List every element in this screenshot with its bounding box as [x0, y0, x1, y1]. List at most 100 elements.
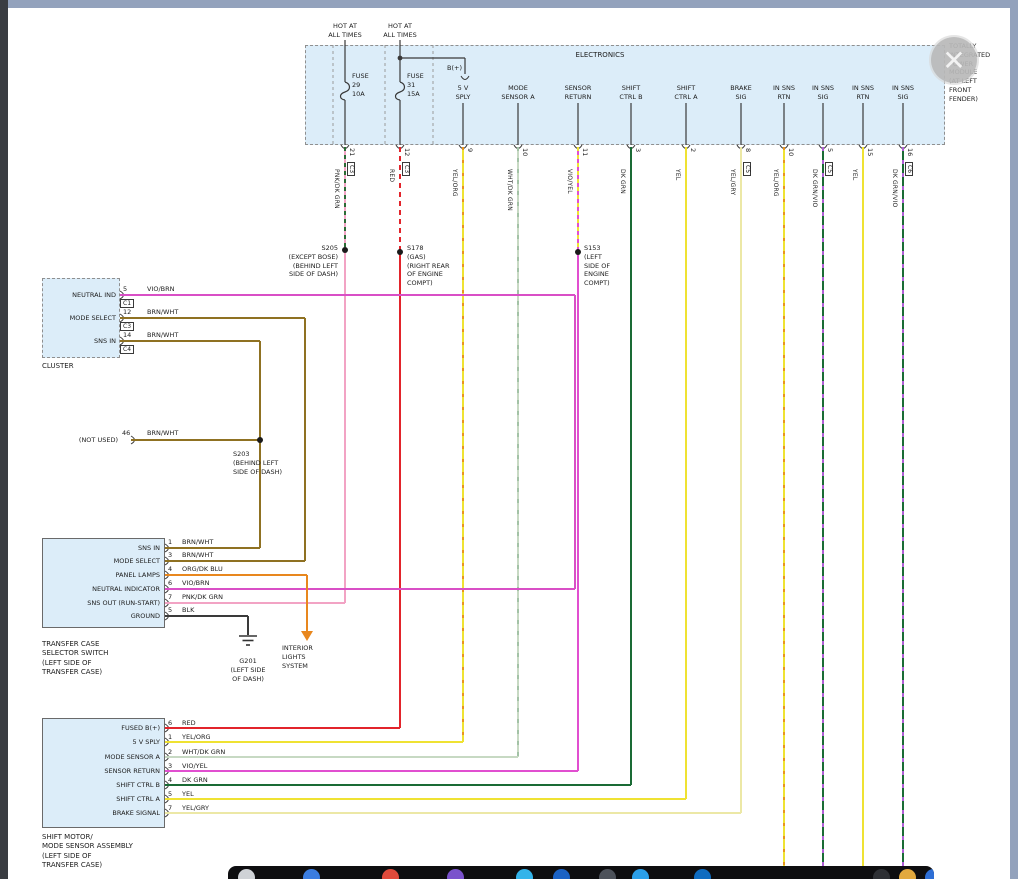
pin-number: 6 — [168, 579, 172, 588]
pin-number: 5 — [123, 285, 127, 294]
pin-number: 5 — [168, 790, 172, 799]
wire-color-label: DK GRN/VIO — [811, 169, 818, 207]
connector-label: C1 — [120, 299, 134, 308]
switch-pin-name: SNS IN — [44, 544, 160, 553]
shift-motor-label: SHIFT MOTOR/ MODE SENSOR ASSEMBLY (LEFT … — [42, 833, 133, 871]
pin-number: 16 — [906, 148, 914, 156]
wire-color-label: VIO/YEL — [182, 762, 207, 771]
splice-label-s203: S203 (BEHIND LEFT SIDE OF DASH) — [233, 450, 309, 476]
switch-pin-name: MODE SELECT — [44, 557, 160, 566]
selector-switch-label: TRANSFER CASE SELECTOR SWITCH (LEFT SIDE… — [42, 640, 108, 678]
pin-number: 8 — [744, 148, 752, 152]
wire-color-label: DK GRN — [182, 776, 208, 785]
wire-color-label: DK GRN/VIO — [891, 169, 898, 207]
pin-number: 10 — [521, 148, 529, 156]
pin-number: 9 — [466, 148, 474, 152]
interior-lights-label: INTERIOR LIGHTS SYSTEM — [282, 644, 342, 670]
wire-color-label: ORG/DK BLU — [182, 565, 223, 574]
ground-symbol — [239, 636, 257, 645]
interior-lights-arrow — [301, 631, 313, 641]
wire-color-label: BRN/WHT — [147, 308, 178, 317]
wire-brn-wht — [120, 318, 305, 561]
pin-number: 46 — [122, 429, 130, 438]
wire-color-label: YEL/ORG — [451, 169, 458, 197]
motor-pin-name: 5 V SPLY — [44, 738, 160, 747]
app-icon-1[interactable] — [303, 869, 320, 879]
search-icon[interactable] — [238, 869, 255, 879]
wire-color-label: WHT/DK GRN — [182, 748, 225, 757]
app-icon-9[interactable] — [925, 869, 934, 879]
cluster-pin-name: NEUTRAL IND — [44, 291, 116, 300]
wire-color-label: YEL — [674, 169, 681, 180]
side-window-edge — [0, 0, 8, 879]
splice-label-s205: S205 (EXCEPT BOSE) (BEHIND LEFT SIDE OF … — [262, 244, 338, 279]
splice-label-s153: S153 (LEFT SIDE OF ENGINE COMPT) — [584, 244, 648, 288]
pin-number: 1 — [168, 733, 172, 742]
hot-at-all-times-label-1: HOT AT ALL TIMES — [323, 22, 367, 40]
terminal-label: SENSOR RETURN — [551, 84, 605, 102]
wire-color-label: YEL — [851, 169, 858, 180]
not-used-label: (NOT USED) — [58, 436, 118, 445]
wire-blk-ground — [165, 616, 248, 635]
app-icon-2[interactable] — [447, 869, 464, 879]
motor-pin-name: SHIFT CTRL B — [44, 781, 160, 790]
wire-color-label: BRN/WHT — [182, 538, 213, 547]
wiring-diagram-viewer: HOT AT ALL TIMES HOT AT ALL TIMES ELECTR… — [0, 0, 1018, 879]
close-icon: ✕ — [942, 44, 965, 77]
motor-pin-name: BRAKE SIGNAL — [44, 809, 160, 818]
pin-number: 11 — [581, 148, 589, 156]
window-frame-right — [1010, 0, 1018, 879]
connector-label: C4 — [120, 345, 134, 354]
connector-label: C3 — [402, 162, 410, 176]
connector-label: C3 — [120, 322, 134, 331]
motor-pin-name: SENSOR RETURN — [44, 767, 160, 776]
fuse-31-label: FUSE 31 15A — [407, 72, 437, 98]
splice-label-s178: S178 (GAS) (RIGHT REAR OF ENGINE COMPT) — [407, 244, 483, 288]
wire-color-label: BLK — [182, 606, 194, 615]
terminal-label: 5 V SPLY — [436, 84, 490, 102]
cluster-label: CLUSTER — [42, 362, 74, 371]
switch-pin-name: SNS OUT (RUN-START) — [44, 599, 160, 608]
wire-red — [165, 147, 400, 728]
wire-color-label: PNK/DK GRN — [333, 169, 340, 209]
terminal-label: SHIFT CTRL A — [659, 84, 713, 102]
bplus-junction-dot — [398, 56, 403, 61]
ground-label-g201: G201 (LEFT SIDE OF DASH) — [218, 657, 278, 683]
wire-color-label: RED — [182, 719, 196, 728]
app-icon-8[interactable] — [873, 869, 890, 879]
motor-pin-name: SHIFT CTRL A — [44, 795, 160, 804]
app-icon-6[interactable] — [632, 869, 649, 879]
pin-number: 4 — [168, 776, 172, 785]
wire-color-label: DK GRN — [619, 169, 626, 194]
pin-number: 7 — [168, 804, 172, 813]
fuse-29-label: FUSE 29 10A — [352, 72, 382, 98]
hot-at-all-times-label-2: HOT AT ALL TIMES — [378, 22, 422, 40]
files-icon[interactable] — [899, 869, 916, 879]
terminal-label: SHIFT CTRL B — [604, 84, 658, 102]
app-icon-4[interactable] — [553, 869, 570, 879]
pin-number: 12 — [123, 308, 131, 317]
wire-color-label: BRN/WHT — [182, 551, 213, 560]
wire-pnk-dk-grn — [165, 147, 345, 603]
connector-label: C5 — [825, 162, 833, 176]
switch-pin-name: PANEL LAMPS — [44, 571, 160, 580]
wire-color-label: BRN/WHT — [147, 429, 178, 438]
wire-color-label: WHT/DK GRN — [506, 169, 513, 211]
cluster-pin-name: MODE SELECT — [44, 314, 116, 323]
pin-number: 12 — [403, 148, 411, 156]
pin-number: 2 — [168, 748, 172, 757]
pin-number: 3 — [168, 551, 172, 560]
app-icon-5[interactable] — [599, 869, 616, 879]
wire-color-label: YEL — [182, 790, 194, 799]
wire-in-sns — [784, 147, 903, 866]
terminal-label: MODE SENSOR A — [491, 84, 545, 102]
taskbar[interactable] — [228, 866, 934, 879]
connector-brackets — [120, 76, 907, 817]
pin-number: 14 — [123, 331, 131, 340]
close-button[interactable]: ✕ — [931, 37, 977, 83]
app-icon-7[interactable] — [694, 869, 711, 879]
module-title: ELECTRONICS — [540, 51, 660, 60]
app-icon-3[interactable] — [516, 869, 533, 879]
wire-color-label: YEL/ORG — [772, 169, 779, 197]
browser-icon[interactable] — [382, 869, 399, 879]
